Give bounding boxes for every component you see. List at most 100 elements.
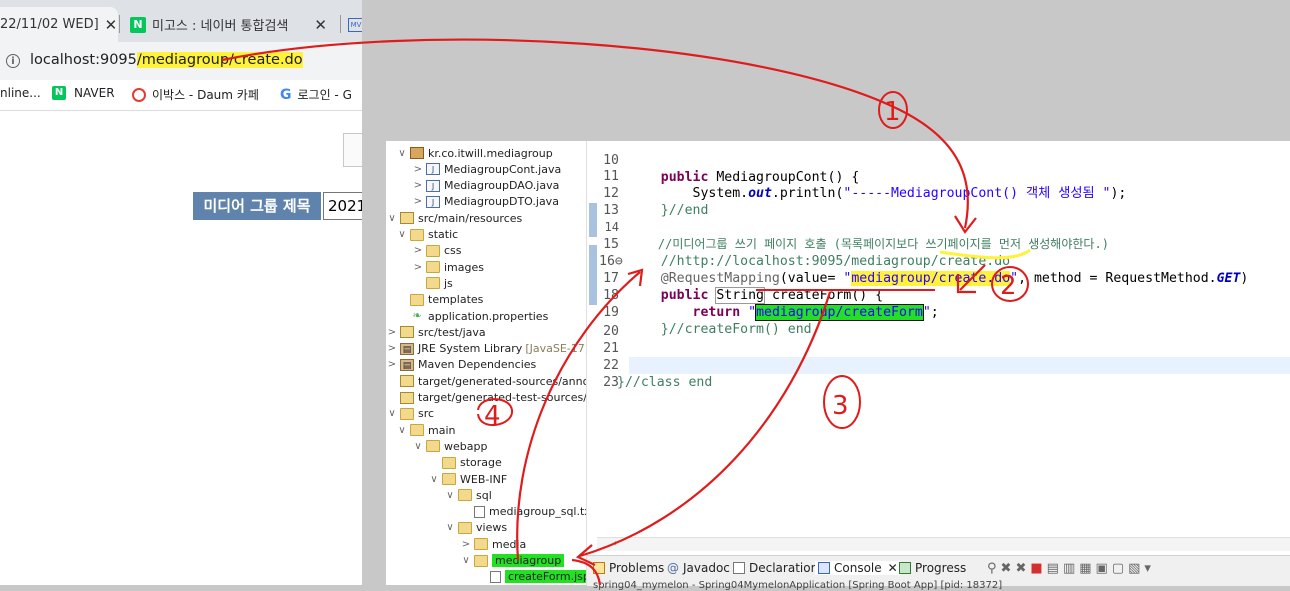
code-line-19: 19 }//createForm() end <box>587 287 1290 337</box>
problems-icon <box>593 562 605 574</box>
tree-item[interactable]: > ▤ JRE System Library [JavaSE-17] <box>386 341 586 357</box>
code-editor[interactable]: 10 public MediagroupCont() { 11 System.o… <box>587 141 1290 551</box>
tab-title: 미고스 : 네이버 통합검색 <box>152 19 289 34</box>
daum-icon <box>132 87 146 102</box>
srcfolder-icon <box>400 375 414 388</box>
folder-icon <box>400 407 414 420</box>
tab-declaration[interactable]: Declaration <box>733 561 818 575</box>
url-text[interactable]: localhost:9095/mediagroup/create.do <box>30 52 303 68</box>
tree-item-label: mediagroup_sql.txt <box>489 505 587 519</box>
chevron-right-icon[interactable]: > <box>460 539 472 550</box>
bookmark-daum[interactable]: 이박스 - Daum 카페 <box>132 86 259 103</box>
tab-javadoc[interactable]: @ Javadoc <box>667 561 730 575</box>
tree-item[interactable]: mediagroup_sql.txt <box>460 504 587 520</box>
chevron-down-icon[interactable]: ∨ <box>396 148 408 159</box>
tree-item[interactable]: ∨ webapp <box>412 438 487 454</box>
tree-item[interactable]: > J MediagroupDAO.java <box>412 178 560 194</box>
bookmark-label: 로그인 - G <box>297 88 352 102</box>
chevron-down-icon[interactable]: ∨ <box>444 522 456 533</box>
tree-item[interactable]: > src/test/java <box>386 324 486 340</box>
tree-item[interactable]: ❧ application.properties <box>396 308 548 324</box>
scroll-left-icon[interactable]: ‹ <box>613 538 617 549</box>
java-icon: J <box>426 179 440 192</box>
declaration-icon <box>733 562 745 574</box>
folder-icon <box>442 473 456 485</box>
tree-item[interactable]: ∨ sql <box>444 487 491 503</box>
chevron-right-icon[interactable]: > <box>412 196 424 207</box>
tree-item[interactable]: ∨ static <box>396 227 458 243</box>
tab-progress[interactable]: Progress <box>899 561 966 575</box>
horizontal-scrollbar[interactable]: ‹ <box>597 537 1290 551</box>
tab-console[interactable]: Console ✕ <box>815 561 901 575</box>
chevron-right-icon[interactable]: > <box>412 180 424 191</box>
address-bar[interactable]: i localhost:9095/mediagroup/create.do <box>0 42 362 80</box>
browser-tab-3[interactable]: MV <box>342 7 362 42</box>
tree-item[interactable]: ∨ main <box>396 422 455 438</box>
chevron-right-icon[interactable]: > <box>386 359 398 370</box>
chevron-down-icon[interactable]: ∨ <box>386 213 398 224</box>
tree-item-label: src/main/resources <box>418 211 523 225</box>
tree-item[interactable]: storage <box>428 455 502 471</box>
bookmark-label: 이박스 - Daum 카페 <box>152 88 259 102</box>
chevron-down-icon[interactable]: ∨ <box>444 490 456 501</box>
console-toolbar[interactable]: ⚲✖✖■▤▥▦▣▢▧▾ <box>987 561 1155 576</box>
folder-icon <box>426 277 440 290</box>
at-icon: @ <box>667 561 679 575</box>
chevron-down-icon[interactable]: ∨ <box>396 229 408 240</box>
tree-item[interactable]: target/generated-sources/annotatio <box>386 373 586 389</box>
info-icon[interactable]: i <box>6 54 20 68</box>
tree-item[interactable]: target/generated-test-sources/test-a <box>386 390 586 406</box>
tree-item[interactable]: createForm.jsp <box>476 569 586 585</box>
bookmark-google[interactable]: G 로그인 - G <box>280 86 352 103</box>
eclipse-ide: ∨ kr.co.itwill.mediagroup > J MediagroupCont… <box>386 141 1290 591</box>
chevron-right-icon[interactable]: > <box>386 343 398 354</box>
tree-item[interactable]: ∨ mediagroup <box>460 553 565 569</box>
chevron-down-icon[interactable]: ∨ <box>396 425 408 436</box>
terminate-icon: ■ <box>1030 561 1047 576</box>
chevron-right-icon[interactable]: > <box>386 327 398 338</box>
chevron-down-icon[interactable]: ∨ <box>386 408 398 419</box>
browser-tab-1[interactable]: 22/11/02 WED] ✕ <box>0 7 118 42</box>
leaf-icon: ❧ <box>412 309 422 322</box>
bookmark-naver[interactable]: N NAVER <box>52 86 115 100</box>
tree-item-label: templates <box>428 293 484 307</box>
tree-item[interactable]: ∨ src/main/resources <box>386 210 522 226</box>
close-icon[interactable]: ✕ <box>105 16 118 34</box>
close-icon[interactable]: ✕ <box>888 561 898 575</box>
tree-item[interactable]: > media <box>460 536 526 552</box>
tree-item[interactable]: > J MediagroupDTO.java <box>412 194 559 210</box>
close-icon[interactable]: ✕ <box>314 16 327 34</box>
bookmark-1[interactable]: nline... <box>0 86 41 100</box>
bookmark-label: nline... <box>0 86 41 100</box>
chevron-down-icon[interactable]: ∨ <box>428 474 440 485</box>
console-icon <box>818 562 830 574</box>
code-line-13: 13 <box>587 185 1290 218</box>
tree-item[interactable]: ∨ kr.co.itwill.mediagroup <box>396 145 552 161</box>
tab-problems[interactable]: Problems <box>593 561 664 575</box>
tree-item[interactable]: > images <box>412 259 484 275</box>
pin-console-icon: ▣ <box>1095 561 1112 576</box>
tree-item[interactable]: ∨ views <box>444 520 507 536</box>
tree-item-label: images <box>444 260 484 274</box>
chevron-right-icon[interactable]: > <box>412 245 424 256</box>
chevron-down-icon[interactable]: ∨ <box>412 441 424 452</box>
folder-icon <box>426 440 440 453</box>
browser-tab-2[interactable]: N 미고스 : 네이버 통합검색 ✕ <box>120 7 340 42</box>
bottom-panel-tabs: Problems @ Javadoc Declaration Console ✕ P… <box>587 555 1290 591</box>
bookmarks-bar: nline... N NAVER 이박스 - Daum 카페 G 로그인 - G <box>0 80 362 111</box>
tree-item[interactable]: > css <box>412 243 462 259</box>
chevron-right-icon[interactable]: > <box>412 262 424 273</box>
tree-item[interactable]: ∨ src <box>386 406 434 422</box>
tree-item[interactable]: ∨ WEB-INF <box>428 471 507 487</box>
tree-item[interactable]: templates <box>396 292 483 308</box>
tree-item[interactable]: js <box>412 275 453 291</box>
chevron-down-icon[interactable]: ∨ <box>460 555 472 566</box>
tree-item[interactable]: > ▤ Maven Dependencies <box>386 357 536 373</box>
title-input[interactable]: 2021 <box>323 192 362 220</box>
tree-item[interactable]: > J MediagroupCont.java <box>412 161 561 177</box>
open-console-icon: ▧ <box>1128 561 1145 576</box>
chevron-right-icon[interactable]: > <box>412 164 424 175</box>
tree-item-label: views <box>476 521 508 535</box>
progress-icon <box>899 562 911 574</box>
console-status: spring04_mymelon - Spring04MymelonApplic… <box>593 580 1003 591</box>
